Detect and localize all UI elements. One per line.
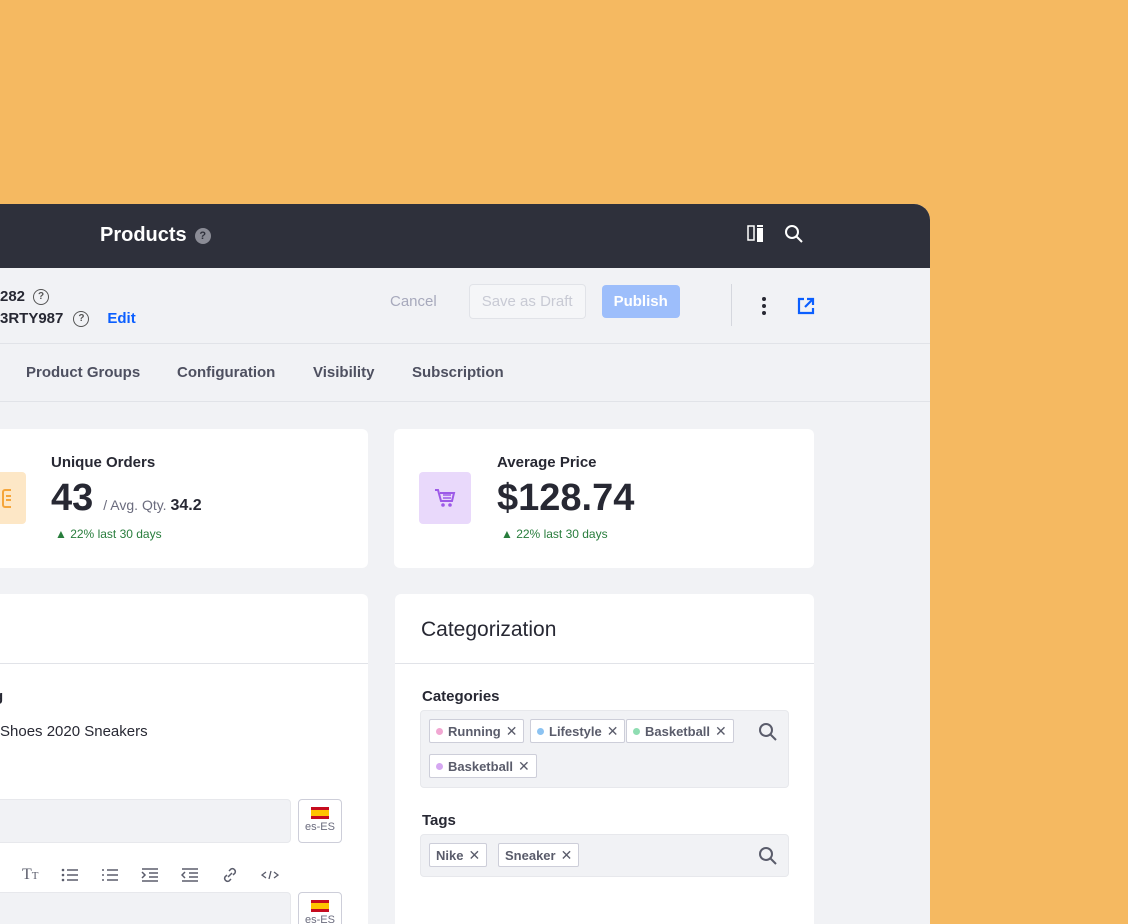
external-link-icon[interactable] <box>796 296 816 316</box>
localized-input[interactable] <box>0 799 291 843</box>
chip-label: Lifestyle <box>549 723 602 739</box>
kebab-menu-icon[interactable] <box>760 296 768 316</box>
product-sku-text: 3RTY987 <box>0 310 64 327</box>
category-chip[interactable]: Lifestyle ✕ <box>530 719 626 743</box>
chip-label: Running <box>448 723 501 739</box>
search-icon[interactable] <box>784 224 804 244</box>
stat-sub-value: 34.2 <box>170 497 202 514</box>
trend-text: ▲ 22% last 30 days <box>501 527 608 541</box>
tab-product-groups[interactable]: Product Groups <box>26 364 140 381</box>
edit-link[interactable]: Edit <box>107 310 135 327</box>
category-chip[interactable]: Basketball ✕ <box>626 719 734 743</box>
stat-label: Average Price <box>497 454 597 471</box>
locale-code: es-ES <box>305 821 335 833</box>
product-sku: 3RTY987 ? Edit <box>0 310 136 327</box>
help-icon[interactable]: ? <box>194 227 211 244</box>
categorization-card: Categorization Categories Running ✕ Life… <box>395 594 814 924</box>
tag-chip[interactable]: Nike ✕ <box>429 843 488 867</box>
divider <box>0 663 368 664</box>
chip-label: Nike <box>436 847 464 863</box>
code-icon[interactable] <box>260 869 279 881</box>
page-title-text: Products <box>100 224 187 246</box>
chip-label: Basketball <box>448 758 514 774</box>
close-icon[interactable]: ✕ <box>715 723 727 740</box>
stat-value: 43 <box>51 477 94 519</box>
cancel-button[interactable]: Cancel <box>376 285 451 318</box>
editor-toolbar: TT <box>22 866 279 884</box>
search-icon[interactable] <box>758 722 778 742</box>
tab-bar: Product Groups Configuration Visibility … <box>0 344 930 402</box>
color-dot <box>436 727 443 735</box>
category-chip[interactable]: Running ✕ <box>429 719 525 743</box>
page-header: 282 ? 3RTY987 ? Edit Cancel Save as Draf… <box>0 268 930 344</box>
product-id-text: 282 <box>0 288 26 305</box>
close-icon[interactable]: ✕ <box>561 847 573 864</box>
unique-orders-card: Unique Orders 43 / Avg. Qty. 34.2 ▲ 22% … <box>0 429 368 568</box>
help-icon[interactable]: ? <box>33 288 50 305</box>
close-icon[interactable]: ✕ <box>506 723 518 740</box>
stat-sub: / Avg. Qty. 34.2 <box>103 497 201 515</box>
tags-input[interactable]: Nike ✕ Sneaker ✕ <box>420 834 789 877</box>
cart-icon <box>419 472 471 524</box>
tab-visibility[interactable]: Visibility <box>313 364 374 381</box>
categories-label: Categories <box>422 688 500 705</box>
close-icon[interactable]: ✕ <box>468 847 480 864</box>
panel-toggle-icon[interactable] <box>746 224 766 244</box>
outdent-icon[interactable] <box>180 867 199 883</box>
search-icon[interactable] <box>758 846 778 866</box>
category-chip[interactable]: Basketball ✕ <box>429 754 537 778</box>
stat-sub-label: / Avg. Qty. <box>103 497 167 513</box>
average-price-card: Average Price $128.74 ▲ 22% last 30 days <box>394 429 814 568</box>
locale-selector[interactable]: es-ES <box>298 799 342 843</box>
topbar-icons <box>746 224 804 244</box>
link-icon[interactable] <box>221 866 239 884</box>
tab-configuration[interactable]: Configuration <box>177 364 275 381</box>
product-id: 282 ? <box>0 288 50 305</box>
divider <box>731 284 732 326</box>
stat-value-group: 43 / Avg. Qty. 34.2 <box>51 477 202 520</box>
publish-button[interactable]: Publish <box>601 285 680 318</box>
divider <box>395 663 814 664</box>
chip-label: Basketball <box>645 723 711 739</box>
color-dot <box>537 727 544 735</box>
help-icon[interactable]: ? <box>73 310 90 327</box>
page-title: Products ? <box>100 224 211 247</box>
localized-textarea[interactable] <box>0 892 291 924</box>
indent-icon[interactable] <box>140 867 159 883</box>
orders-icon <box>0 472 26 524</box>
spain-flag-icon <box>311 807 329 819</box>
numbered-list-icon[interactable] <box>101 867 119 883</box>
tags-label: Tags <box>422 812 456 829</box>
trend-text: ▲ 22% last 30 days <box>55 527 162 541</box>
stat-label: Unique Orders <box>51 454 156 471</box>
close-icon[interactable]: ✕ <box>607 723 619 740</box>
text-size-icon[interactable]: TT <box>22 866 39 884</box>
chip-label: Sneaker <box>505 847 556 863</box>
tag-chip[interactable]: Sneaker ✕ <box>498 843 580 867</box>
close-icon[interactable]: ✕ <box>518 758 530 775</box>
spain-flag-icon <box>311 900 329 912</box>
locale-selector[interactable]: es-ES <box>298 892 342 924</box>
color-dot <box>633 727 640 735</box>
bullet-list-icon[interactable] <box>61 867 79 883</box>
stat-value: $128.74 <box>497 477 635 519</box>
top-bar: Products ? <box>0 204 930 268</box>
field-label: g <box>0 688 3 705</box>
color-dot <box>436 762 443 770</box>
card-title: Categorization <box>421 618 557 641</box>
header-actions: Cancel Save as Draft Publish <box>376 284 680 319</box>
locale-code: es-ES <box>305 914 335 924</box>
tab-subscription[interactable]: Subscription <box>412 364 504 381</box>
app-window: Products ? 282 ? 3RTY987 ? Edit Cancel S… <box>0 204 930 924</box>
save-draft-button[interactable]: Save as Draft <box>468 284 586 319</box>
field-value: Shoes 2020 Sneakers <box>0 723 148 740</box>
categories-input[interactable]: Running ✕ Lifestyle ✕ Basketball ✕ Baske… <box>420 710 789 788</box>
details-card: g Shoes 2020 Sneakers es-ES TT es-ES <box>0 594 368 924</box>
